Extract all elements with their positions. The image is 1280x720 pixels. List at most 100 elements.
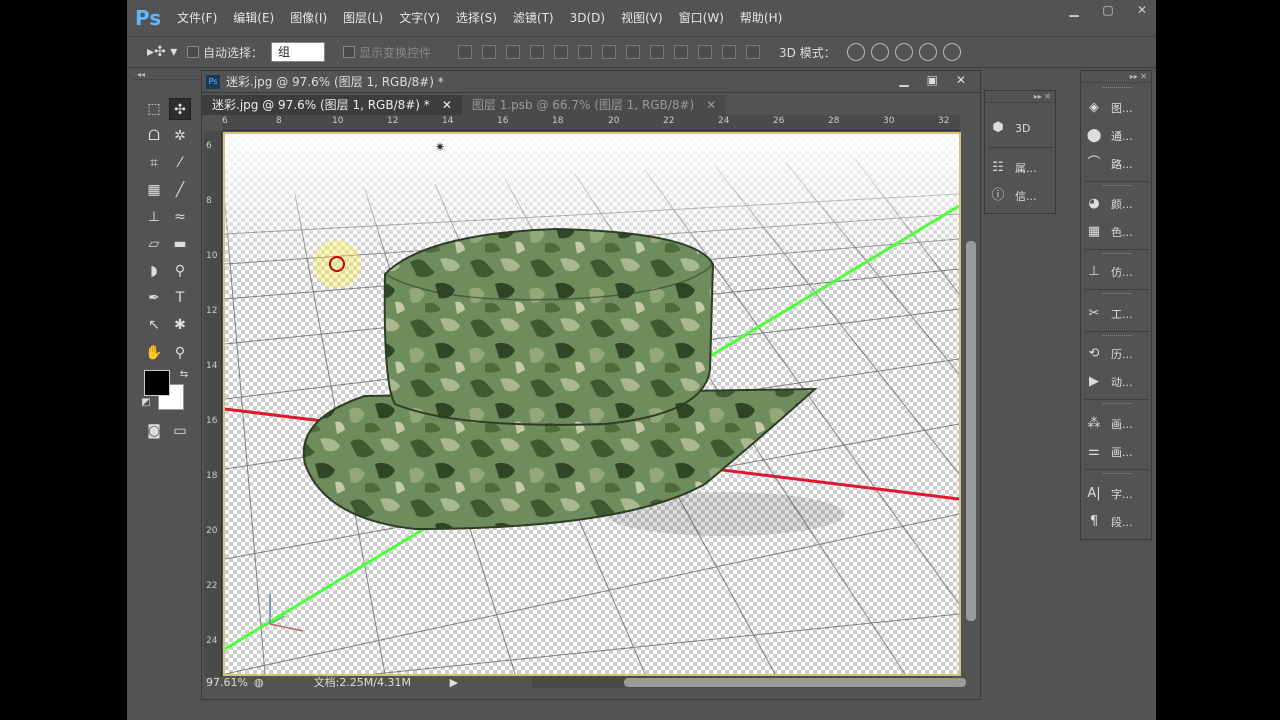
menu-3d[interactable]: 3D(D) (562, 0, 613, 36)
hand-tool-icon[interactable]: ✋ (143, 342, 165, 364)
horizontal-scroll-thumb[interactable] (624, 678, 966, 687)
default-colors-icon[interactable]: ◩ (135, 392, 157, 414)
panel-color[interactable]: ◕ 颜... (1085, 193, 1149, 215)
3d-slide-icon[interactable] (918, 43, 937, 61)
history-brush-tool-icon[interactable]: ≈ (169, 206, 191, 228)
gradient-tool-icon[interactable]: ▬ (169, 233, 191, 255)
panel-history[interactable]: ⟲ 历... (1085, 343, 1149, 365)
swap-colors-icon[interactable]: ⇆ (173, 364, 195, 386)
panel-header[interactable]: ▸▸ ✕ (985, 91, 1055, 103)
zoom-level[interactable]: 97.61% (202, 676, 254, 689)
marquee-tool-icon[interactable]: ⬚ (143, 98, 165, 120)
3d-pan-icon[interactable] (894, 43, 913, 61)
blur-tool-icon[interactable]: ◗ (143, 260, 165, 282)
menu-type[interactable]: 文字(Y) (391, 0, 448, 36)
vertical-scrollbar[interactable] (964, 131, 978, 677)
menu-view[interactable]: 视图(V) (613, 0, 671, 36)
menu-image[interactable]: 图像(I) (282, 0, 335, 36)
crop-tool-icon[interactable]: ⌗ (143, 152, 165, 174)
path-selection-tool-icon[interactable]: ↖ (143, 314, 165, 336)
distribute-bottom-icon[interactable] (650, 45, 665, 59)
move-tool-icon[interactable]: ✣ (169, 98, 191, 120)
doc-close-icon[interactable]: ✕ (956, 73, 966, 87)
status-info-icon[interactable]: ◍ (254, 676, 264, 689)
auto-select-dropdown[interactable]: 组 (271, 42, 326, 62)
panel-brush[interactable]: ⁂ 画... (1085, 413, 1149, 435)
panel-layers[interactable]: ◈ 图... (1085, 97, 1149, 119)
shape-tool-icon[interactable]: ✱ (169, 314, 191, 336)
tab-close-icon[interactable]: ✕ (706, 95, 716, 115)
menu-window[interactable]: 窗口(W) (671, 0, 732, 36)
menu-file[interactable]: 文件(F) (169, 0, 225, 36)
menu-select[interactable]: 选择(S) (448, 0, 505, 36)
tab-camouflage[interactable]: 迷彩.jpg @ 97.6% (图层 1, RGB/8#) * ✕ (202, 95, 462, 115)
menu-layer[interactable]: 图层(L) (335, 0, 391, 36)
close-icon[interactable]: ✕ (1134, 3, 1150, 17)
ruler-tick: 22 (663, 116, 675, 126)
auto-select-checkbox[interactable] (187, 46, 199, 58)
align-left-icon[interactable] (530, 45, 545, 59)
minimize-icon[interactable]: ▁ (1066, 3, 1082, 17)
align-bottom-icon[interactable] (506, 45, 521, 59)
tab-close-icon[interactable]: ✕ (442, 95, 452, 115)
panel-label: 字... (1111, 488, 1133, 501)
status-menu-arrow-icon[interactable]: ▶ (450, 676, 458, 689)
canvas[interactable]: ✷ (223, 132, 961, 676)
align-hcenter-icon[interactable] (554, 45, 569, 59)
vertical-scroll-thumb[interactable] (966, 241, 976, 621)
move-tool-preset-icon[interactable]: ▸✣ ▾ (147, 44, 187, 60)
align-vcenter-icon[interactable] (482, 45, 497, 59)
panel-properties[interactable]: ☷ 属... (989, 157, 1053, 179)
menu-filter[interactable]: 滤镜(T) (505, 0, 562, 36)
panel-clone-source[interactable]: ⊥ 仿... (1085, 261, 1149, 283)
distribute-hcenter-icon[interactable] (698, 45, 713, 59)
panel-header[interactable]: ▸▸ ✕ (1081, 71, 1151, 83)
panel-3d[interactable]: ⬢ 3D (989, 117, 1053, 139)
lasso-tool-icon[interactable]: ᗝ (143, 125, 165, 147)
align-right-icon[interactable] (578, 45, 593, 59)
zoom-tool-icon[interactable]: ⚲ (169, 342, 191, 364)
panel-label: 工... (1111, 308, 1133, 321)
panel-swatches[interactable]: ▦ 色... (1085, 221, 1149, 243)
distribute-top-icon[interactable] (602, 45, 617, 59)
eyedropper-tool-icon[interactable]: ⁄ (169, 152, 191, 174)
panel-info[interactable]: ⓘ 信... (989, 185, 1053, 207)
toolbox-collapse-icon[interactable]: ◂◂ (133, 70, 199, 80)
panel-tool-presets[interactable]: ✂ 工... (1085, 303, 1149, 325)
menu-help[interactable]: 帮助(H) (732, 0, 790, 36)
magic-wand-tool-icon[interactable]: ✲ (169, 125, 191, 147)
distribute-vcenter-icon[interactable] (626, 45, 641, 59)
panel-paths[interactable]: ⌒ 路... (1085, 153, 1149, 175)
collapsed-panel-3d: ▸▸ ✕ ⬢ 3D ☷ 属... ⓘ 信... (984, 90, 1056, 214)
pen-tool-icon[interactable]: ✒ (143, 287, 165, 309)
auto-align-icon[interactable] (746, 45, 761, 59)
3d-rotate-icon[interactable] (846, 43, 865, 61)
panel-channels[interactable]: ⬤ 通... (1085, 125, 1149, 147)
3d-roll-icon[interactable] (870, 43, 889, 61)
panel-actions[interactable]: ▶ 动... (1085, 371, 1149, 393)
horizontal-scrollbar[interactable] (532, 676, 966, 688)
align-top-icon[interactable] (458, 45, 473, 59)
menu-edit[interactable]: 编辑(E) (225, 0, 282, 36)
maximize-icon[interactable]: ▢ (1100, 3, 1116, 17)
clone-stamp-tool-icon[interactable]: ⊥ (143, 206, 165, 228)
dodge-tool-icon[interactable]: ⚲ (169, 260, 191, 282)
type-tool-icon[interactable]: T (169, 287, 191, 309)
brush-tool-icon[interactable]: ╱ (169, 179, 191, 201)
doc-maximize-icon[interactable]: ▣ (927, 73, 938, 87)
quick-mask-icon[interactable]: ◙ (143, 420, 165, 442)
tab-layer1-psb[interactable]: 图层 1.psb @ 66.7% (图层 1, RGB/8#) ✕ (461, 95, 727, 115)
ruler-vertical: 6 8 10 12 14 16 18 20 22 24 (204, 131, 222, 677)
eraser-tool-icon[interactable]: ▱ (143, 233, 165, 255)
panel-character[interactable]: A| 字... (1085, 483, 1149, 505)
3d-scale-icon[interactable] (942, 43, 961, 61)
screen-mode-icon[interactable]: ▭ (169, 420, 191, 442)
panel-paragraph[interactable]: ¶ 段... (1085, 511, 1149, 533)
doc-minimize-icon[interactable]: ▁ (899, 73, 908, 87)
healing-brush-tool-icon[interactable]: ▦ (143, 179, 165, 201)
panel-brush-presets[interactable]: ⚌ 画... (1085, 441, 1149, 463)
show-transform-checkbox[interactable] (343, 46, 356, 58)
distribute-right-icon[interactable] (722, 45, 737, 59)
distribute-left-icon[interactable] (674, 45, 689, 59)
properties-icon: ☷ (992, 160, 1004, 175)
